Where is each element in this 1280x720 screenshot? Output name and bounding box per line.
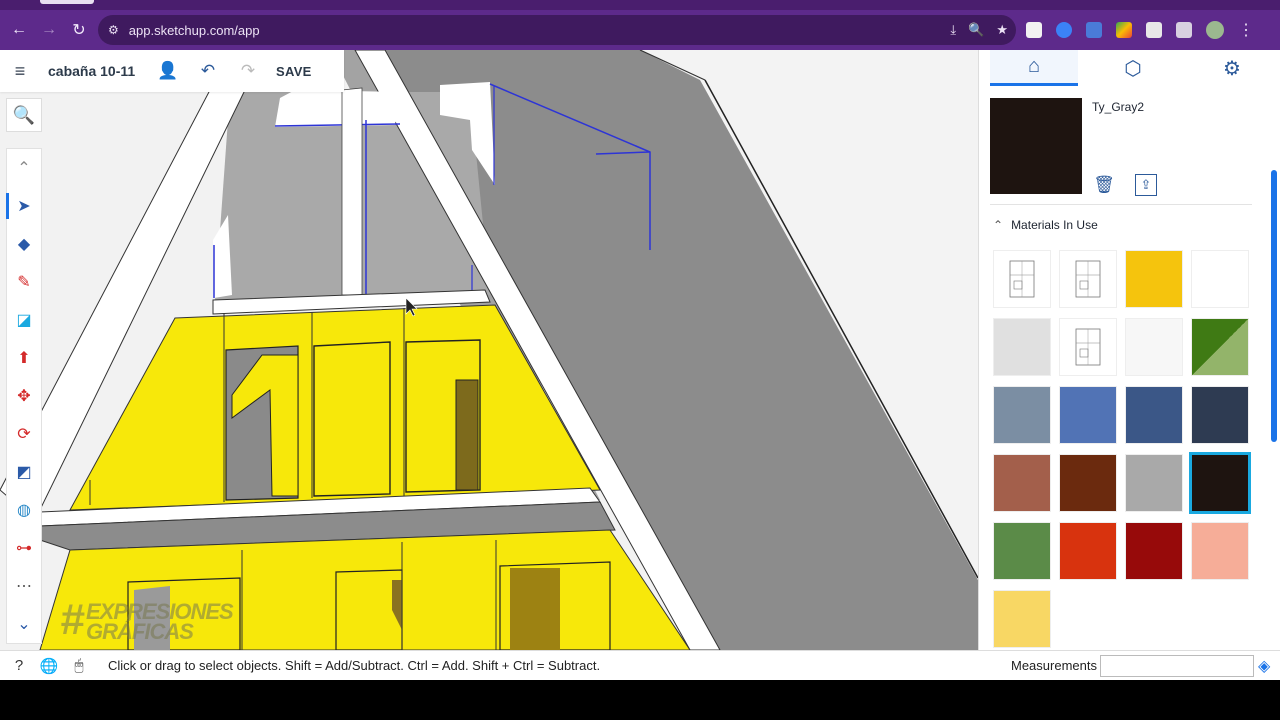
document-title[interactable]: cabaña 10-11: [48, 63, 148, 79]
material-swatch[interactable]: [1125, 454, 1183, 512]
materials-panel: ⌂ ⬡ ⚙ Ty_Gray2 🗑 ⇪ ⌃ Materials In Use: [978, 50, 1280, 650]
status-bar: ? 🌐 🖱 Click or drag to select objects. S…: [0, 650, 1280, 680]
bookmark-star-icon[interactable]: ★: [996, 22, 1008, 38]
material-name: Ty_Gray2: [1092, 100, 1145, 114]
redo-icon[interactable]: ↷: [228, 61, 268, 81]
material-swatch[interactable]: [1059, 318, 1117, 376]
push-pull-icon[interactable]: ⬆: [6, 339, 42, 377]
translate-extension-icon[interactable]: [1086, 22, 1102, 38]
model-drawing: [0, 50, 978, 650]
material-swatch[interactable]: [1125, 318, 1183, 376]
browser-menu-icon[interactable]: ⋮: [1238, 20, 1254, 40]
site-info-icon[interactable]: ⚙: [108, 23, 119, 37]
panel-tabs: ⌂ ⬡ ⚙: [979, 50, 1280, 88]
material-swatch[interactable]: [1125, 250, 1183, 308]
watermark-logo: # EXPRESIONES GRÁFICAS: [60, 598, 260, 646]
home-icon[interactable]: ⌂: [990, 50, 1078, 86]
collaborator-icon[interactable]: 👤: [148, 61, 188, 81]
url-text: app.sketchup.com/app: [128, 22, 260, 38]
select-icon[interactable]: ➤: [6, 187, 42, 225]
move-icon[interactable]: ✥: [6, 377, 42, 415]
materials-grid: [993, 250, 1255, 648]
browser-tab-strip: [0, 0, 1280, 10]
section-title: Materials In Use: [1011, 218, 1098, 232]
paint-bucket-icon[interactable]: ◍: [6, 491, 42, 529]
material-swatch[interactable]: [1125, 386, 1183, 444]
help-icon[interactable]: ?: [4, 657, 34, 674]
rotate-icon[interactable]: ⟳: [6, 415, 42, 453]
tape-measure-icon[interactable]: ⊶: [6, 529, 42, 567]
extension-icon[interactable]: [1056, 22, 1072, 38]
material-swatch[interactable]: [1191, 250, 1249, 308]
panel-divider: [990, 204, 1252, 205]
floor-plan-thumbnail: [1009, 260, 1035, 298]
current-material-swatch[interactable]: [990, 98, 1082, 194]
back-button[interactable]: ←: [4, 15, 34, 45]
material-swatch[interactable]: [1191, 318, 1249, 376]
material-swatch[interactable]: [1125, 522, 1183, 580]
save-button[interactable]: SAVE: [276, 64, 312, 79]
material-swatch[interactable]: [993, 454, 1051, 512]
browser-toolbar: ← → ↻ ⚙ app.sketchup.com/app ⤓ 🔍 ★ ⋮: [0, 10, 1280, 50]
export-material-icon[interactable]: ⇪: [1135, 174, 1157, 196]
scale-icon[interactable]: ◩: [6, 453, 42, 491]
measurements-input[interactable]: [1100, 655, 1254, 677]
globe-icon[interactable]: 🌐: [34, 657, 64, 675]
material-swatch[interactable]: [1059, 454, 1117, 512]
watermark-line2: GRÁFICAS: [86, 619, 194, 644]
puzzle-extensions-icon[interactable]: [1176, 22, 1192, 38]
hamburger-menu-icon[interactable]: ≡: [0, 61, 40, 82]
cube-icon[interactable]: ⬡: [1089, 50, 1177, 86]
material-swatch[interactable]: [993, 386, 1051, 444]
floor-plan-thumbnail: [1075, 328, 1101, 366]
eraser-icon[interactable]: ◆: [6, 225, 42, 263]
material-swatch[interactable]: [1191, 522, 1249, 580]
sketchup-logo-icon: ◈: [1258, 658, 1271, 675]
watermark-hash: #: [60, 595, 85, 644]
measurements-label: Measurements: [1011, 658, 1097, 673]
document-toolbar: ≡ cabaña 10-11 👤 ↶ ↷ SAVE: [0, 50, 344, 92]
3d-viewport[interactable]: ≡ cabaña 10-11 👤 ↶ ↷ SAVE 🔍 ⌃ ➤ ◆ ✎ ◪ ⬆ ✥ ⟳ ◩ ◍ ⊶ ⋯…: [0, 50, 978, 650]
reload-button[interactable]: ↻: [64, 15, 94, 45]
material-swatch[interactable]: [1059, 522, 1117, 580]
material-swatch[interactable]: [993, 318, 1051, 376]
more-tools-icon[interactable]: ⋯: [6, 567, 42, 605]
material-swatch[interactable]: [993, 590, 1051, 648]
collapse-up-icon[interactable]: ⌃: [6, 149, 42, 187]
drive-extension-icon[interactable]: [1116, 22, 1132, 38]
sketchup-app: ≡ cabaña 10-11 👤 ↶ ↷ SAVE 🔍 ⌃ ➤ ◆ ✎ ◪ ⬆ ✥ ⟳ ◩ ◍ ⊶ ⋯…: [0, 50, 1280, 680]
expand-down-icon[interactable]: ⌄: [6, 605, 42, 643]
zoom-icon[interactable]: 🔍: [968, 22, 984, 38]
chevron-up-icon[interactable]: ⌃: [993, 218, 1003, 232]
profile-avatar[interactable]: [1206, 21, 1224, 39]
mouse-icon[interactable]: 🖱: [64, 657, 94, 674]
install-app-icon[interactable]: ⤓: [950, 22, 956, 38]
rectangle-icon[interactable]: ◪: [6, 301, 42, 339]
delete-material-icon[interactable]: 🗑: [1091, 172, 1117, 198]
forward-button[interactable]: →: [34, 15, 64, 45]
docs-extension-icon[interactable]: [1026, 22, 1042, 38]
address-bar[interactable]: ⚙ app.sketchup.com/app ⤓ 🔍 ★: [98, 15, 1016, 45]
panel-scrollbar[interactable]: [1271, 170, 1277, 442]
material-swatch[interactable]: [1189, 452, 1251, 514]
browser-tab[interactable]: [40, 0, 94, 4]
material-swatch[interactable]: [993, 522, 1051, 580]
materials-in-use-header[interactable]: ⌃ Materials In Use: [993, 218, 1098, 232]
pencil-icon[interactable]: ✎: [6, 263, 42, 301]
undo-icon[interactable]: ↶: [188, 61, 228, 81]
status-hint: Click or drag to select objects. Shift =…: [108, 658, 601, 673]
material-swatch[interactable]: [1059, 386, 1117, 444]
search-tool-icon[interactable]: 🔍: [6, 98, 42, 132]
reader-extension-icon[interactable]: [1146, 22, 1162, 38]
extensions-area: ⋮: [1026, 10, 1254, 50]
floor-plan-thumbnail: [1075, 260, 1101, 298]
material-swatch[interactable]: [1191, 386, 1249, 444]
material-swatch[interactable]: [1059, 250, 1117, 308]
tool-palette: ⌃ ➤ ◆ ✎ ◪ ⬆ ✥ ⟳ ◩ ◍ ⊶ ⋯ ⌄: [6, 148, 42, 644]
settings-gear-icon[interactable]: ⚙: [1188, 50, 1276, 86]
material-swatch[interactable]: [993, 250, 1051, 308]
